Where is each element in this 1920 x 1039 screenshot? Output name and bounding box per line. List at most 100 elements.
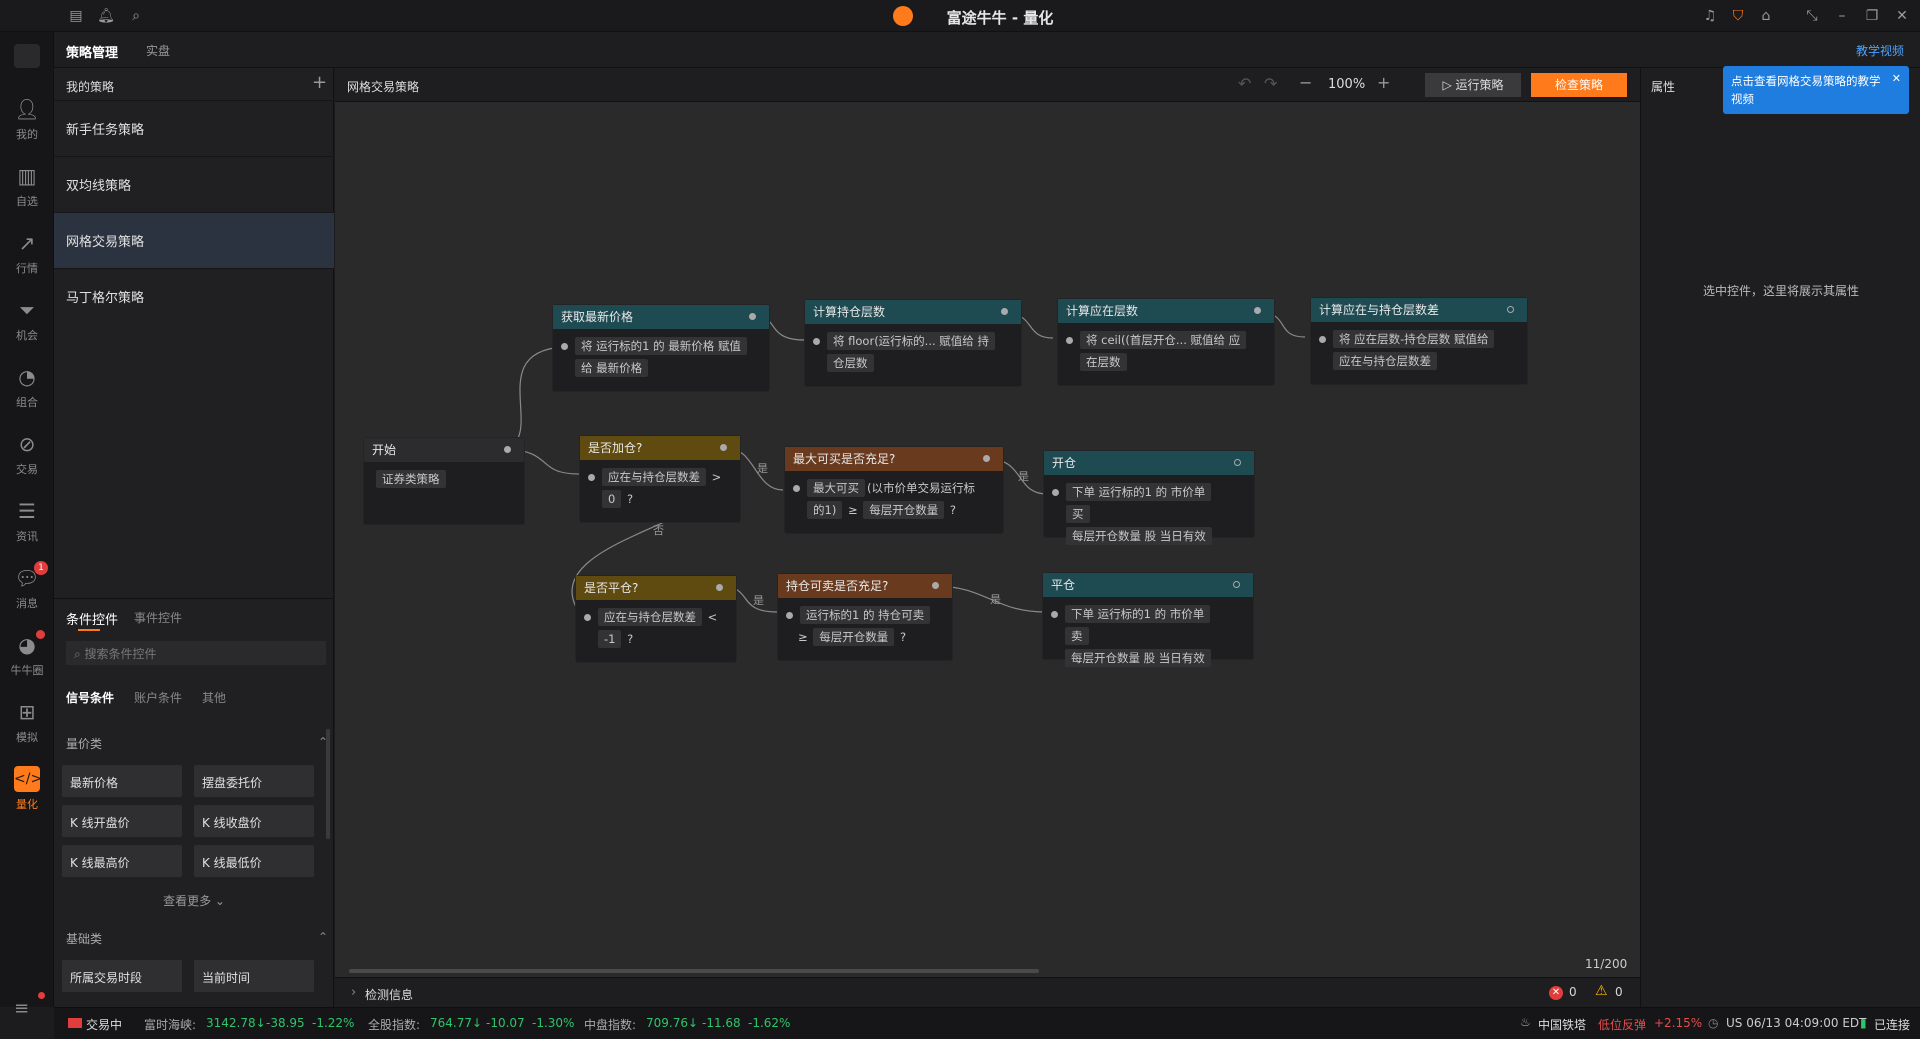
zoom-in-icon[interactable]: + [1377, 73, 1390, 92]
node-chip[interactable]: 最大可买 [807, 479, 865, 497]
input-port[interactable] [793, 485, 800, 492]
run-strategy-button[interactable]: ▷ 运行策略 [1425, 73, 1521, 97]
node-chip[interactable]: 将 ceil((首层开仓... 赋值给 应 [1080, 331, 1247, 349]
node-chip[interactable]: 应在与持仓层数差 [598, 608, 702, 626]
node-chip[interactable]: 应在与持仓层数差 [602, 468, 706, 486]
input-port[interactable] [786, 612, 793, 619]
node-chip[interactable]: 在层数 [1080, 353, 1127, 371]
node-chip[interactable]: 的1) [807, 501, 843, 519]
zoom-out-icon[interactable]: − [1299, 73, 1312, 92]
strategy-item-selected[interactable]: 网格交易策略 [54, 212, 334, 268]
node-chip[interactable]: 将 应在层数-持仓层数 赋值给 [1333, 330, 1495, 348]
nav-simulate[interactable]: ⊞ 模拟 [0, 689, 54, 755]
node-chip[interactable]: 将 运行标的1 的 最新价格 赋值 [575, 337, 747, 355]
tab-live[interactable]: 实盘 [146, 42, 170, 59]
avatar[interactable] [14, 44, 40, 68]
output-port[interactable] [716, 584, 723, 591]
node-chip[interactable]: 应在与持仓层数差 [1333, 352, 1437, 370]
node-get-latest-price[interactable]: 获取最新价格 将 运行标的1 的 最新价格 赋值给 最新价格 [553, 305, 769, 391]
input-port[interactable] [813, 338, 820, 345]
node-start[interactable]: 开始 证券类策略 [364, 438, 524, 524]
hot-stock-name[interactable]: 中国铁塔 [1538, 1016, 1586, 1033]
input-port[interactable] [584, 614, 591, 621]
node-sellable-sufficient[interactable]: 持仓可卖是否充足? 运行标的1 的 持仓可卖 ≥ 每层开仓数量 ? [778, 574, 952, 660]
control-item[interactable]: K 线收盘价 [194, 805, 314, 837]
input-port[interactable] [588, 474, 595, 481]
node-chip[interactable]: 给 最新价格 [575, 359, 649, 377]
node-chip[interactable]: 每层开仓数量 股 当日有效 [1066, 527, 1212, 545]
node-chip[interactable]: 每层开仓数量 [813, 628, 895, 646]
add-strategy-button[interactable]: + [312, 72, 327, 93]
input-port[interactable] [1052, 489, 1059, 496]
control-item[interactable]: K 线开盘价 [62, 805, 182, 837]
output-port[interactable] [504, 446, 511, 453]
bag-icon[interactable]: ⛉ [1728, 6, 1748, 26]
terminal-port[interactable] [1234, 459, 1241, 466]
close-window-icon[interactable]: ✕ [1892, 6, 1912, 26]
node-chip[interactable]: 0 [602, 490, 622, 508]
node-calc-hold-layers[interactable]: 计算持仓层数 将 floor(运行标的... 赋值给 持仓层数 [805, 300, 1021, 386]
node-chip[interactable]: 仓层数 [827, 354, 874, 372]
nav-community[interactable]: ◕ 牛牛圈 [0, 622, 54, 688]
node-open-position[interactable]: 开仓 下单 运行标的1 的 市价单 买每层开仓数量 股 当日有效 [1044, 451, 1254, 545]
input-port[interactable] [1066, 337, 1073, 344]
index-name[interactable]: 中盘指数: [584, 1016, 636, 1033]
output-port[interactable] [983, 455, 990, 462]
input-port[interactable] [1051, 611, 1058, 618]
strategy-item[interactable]: 新手任务策略 [54, 100, 334, 156]
node-chip[interactable]: -1 [598, 630, 622, 648]
node-chip[interactable]: 运行标的1 的 持仓可卖 [800, 606, 931, 624]
node-calc-layer-diff[interactable]: 计算应在与持仓层数差 将 应在层数-持仓层数 赋值给 应在与持仓层数差 [1311, 298, 1527, 384]
node-chip[interactable]: 下单 运行标的1 的 市价单 [1065, 605, 1211, 623]
control-item[interactable]: 摆盘委托价 [194, 765, 314, 797]
output-port[interactable] [1254, 307, 1261, 314]
output-port[interactable] [932, 582, 939, 589]
redo-icon[interactable]: ↷ [1264, 74, 1277, 93]
control-search-input[interactable]: ⌕ 搜索条件控件 [66, 641, 326, 665]
tutorial-tooltip[interactable]: 点击查看网格交易策略的教学视频 ✕ [1723, 66, 1909, 114]
control-item[interactable]: 最新价格 [62, 765, 182, 797]
category-basic[interactable]: 基础类 ⌃ [66, 930, 328, 947]
node-should-add-position[interactable]: 是否加仓? 应在与持仓层数差 >0 ? [580, 436, 740, 522]
nav-messages[interactable]: 💬︎ 1 消息 [0, 555, 54, 621]
nav-market[interactable]: ↗ 行情 [0, 220, 54, 286]
tab-condition-controls[interactable]: 条件控件 [66, 609, 118, 628]
show-more-link[interactable]: 查看更多 ⌄ [54, 892, 334, 909]
minimize-icon[interactable]: – [1832, 6, 1852, 26]
headset-icon[interactable]: ♫ [1700, 6, 1720, 26]
node-chip[interactable]: 证券类策略 [376, 470, 446, 488]
shrink-icon[interactable]: ⤡ [1802, 6, 1822, 26]
category-price-volume[interactable]: 量价类 ⌃ [66, 735, 328, 752]
nav-trade[interactable]: ⊘ 交易 [0, 421, 54, 487]
node-chip[interactable]: 每层开仓数量 [863, 501, 945, 519]
output-port[interactable] [749, 313, 756, 320]
check-info-bar[interactable]: › 检测信息 ✕ 0 ⚠ 0 [335, 977, 1640, 1007]
node-calc-target-layers[interactable]: 计算应在层数 将 ceil((首层开仓... 赋值给 应在层数 [1058, 299, 1274, 385]
control-item[interactable]: K 线最低价 [194, 845, 314, 877]
node-close-position[interactable]: 平仓 下单 运行标的1 的 市价单 卖每层开仓数量 股 当日有效 [1043, 573, 1253, 667]
market-status[interactable]: 交易中 [86, 1016, 122, 1033]
input-port[interactable] [561, 343, 568, 350]
control-item[interactable]: K 线最高价 [62, 845, 182, 877]
restore-icon[interactable]: ❐ [1862, 6, 1882, 26]
tab-event-controls[interactable]: 事件控件 [134, 609, 182, 626]
panel-scrollbar[interactable] [326, 729, 330, 839]
tab-other-conditions[interactable]: 其他 [202, 689, 226, 706]
nav-opportunity[interactable]: ⏷ 机会 [0, 287, 54, 353]
close-icon[interactable]: ✕ [1892, 70, 1901, 88]
strategy-item[interactable]: 双均线策略 [54, 156, 334, 212]
nav-news[interactable]: ☰ 资讯 [0, 488, 54, 554]
terminal-port[interactable] [1507, 306, 1514, 313]
node-should-close-position[interactable]: 是否平仓? 应在与持仓层数差 < -1 ? [576, 576, 736, 662]
control-item[interactable]: 所属交易时段 [62, 960, 182, 992]
strategy-canvas[interactable]: 是 是 否 是 是 开始 证券类策略 获取最新价格 将 运行标的1 的 最新价格… [335, 102, 1640, 977]
output-port[interactable] [1001, 308, 1008, 315]
control-item[interactable]: 当前时间 [194, 960, 314, 992]
index-name[interactable]: 全股指数: [368, 1016, 420, 1033]
tab-signal-conditions[interactable]: 信号条件 [66, 689, 114, 706]
shirt-icon[interactable]: ⌂ [1756, 6, 1776, 26]
undo-icon[interactable]: ↶ [1238, 74, 1251, 93]
node-max-buy-sufficient[interactable]: 最大可买是否充足? 最大可买 (以市价单交易运行标 的1) ≥ 每层开仓数量 ? [785, 447, 1003, 533]
index-name[interactable]: 富时海峡: [144, 1016, 196, 1033]
output-port[interactable] [720, 444, 727, 451]
